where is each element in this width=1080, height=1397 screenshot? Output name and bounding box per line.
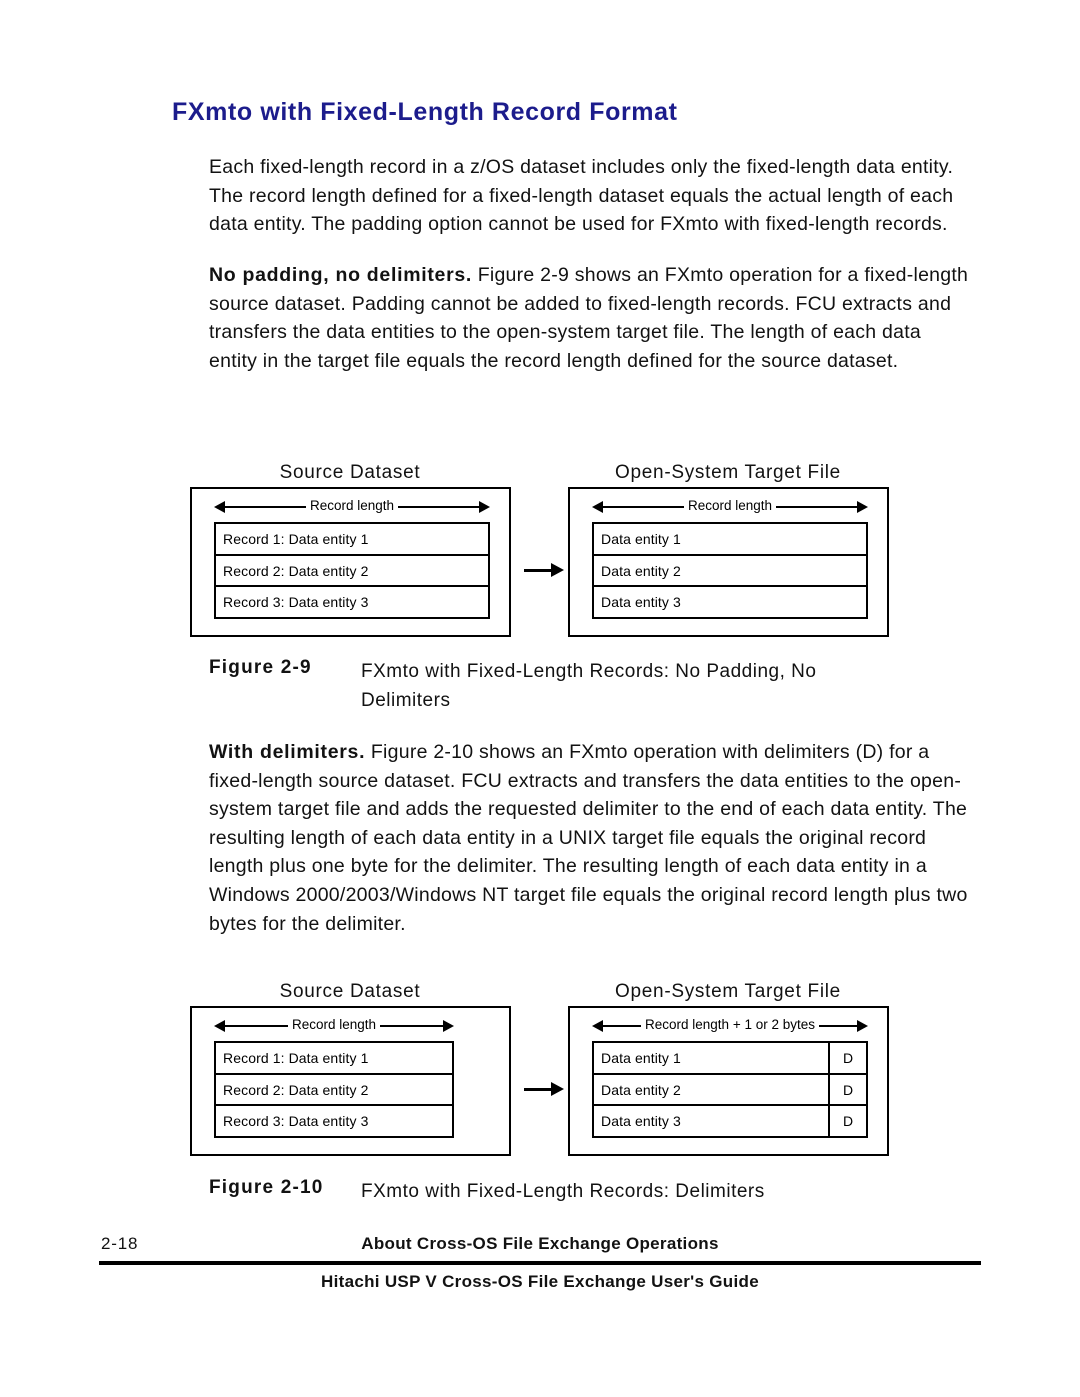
arrow-shaft	[524, 568, 551, 572]
arrow-right-icon	[857, 501, 868, 513]
record-cell: Record 2: Data entity 2	[223, 562, 369, 579]
arrow-right-icon	[479, 501, 490, 513]
paragraph-intro: Each fixed-length record in a z/OS datas…	[209, 156, 954, 236]
rule-segment	[603, 1025, 642, 1027]
paragraph-no-padding: No padding, no delimiters. Figure 2-9 sh…	[209, 261, 971, 375]
table-row: Record 1: Data entity 1	[216, 524, 488, 556]
figure-2-9-source-length-indicator: Record length	[214, 499, 490, 515]
rule-segment	[380, 1025, 443, 1027]
footer-guide-title: Hitachi USP V Cross-OS File Exchange Use…	[321, 1272, 759, 1291]
paragraph-with-delimiters-lead: With delimiters.	[209, 741, 366, 763]
figure-2-9-target-records: Data entity 1 Data entity 2 Data entity …	[592, 522, 868, 619]
record-cell: Data entity 1	[601, 530, 681, 547]
figure-2-10-transfer-arrow-icon	[524, 1082, 564, 1096]
paragraph-no-padding-lead: No padding, no delimiters.	[209, 264, 473, 286]
figure-2-9-target-label: Open-System Target File	[615, 462, 841, 483]
arrow-shaft	[524, 1087, 551, 1091]
figure-2-9-caption: Figure 2-9 FXmto with Fixed-Length Recor…	[209, 657, 871, 715]
record-cell: Record 2: Data entity 2	[223, 1081, 369, 1098]
arrow-left-icon	[592, 501, 603, 513]
table-row: Data entity 3 D	[594, 1106, 866, 1137]
rule-segment	[398, 506, 479, 508]
table-row: Record 3: Data entity 3	[216, 587, 488, 617]
paragraph-with-delimiters: With delimiters. Figure 2-10 shows an FX…	[209, 738, 977, 938]
figure-2-10-target-label: Open-System Target File	[615, 981, 841, 1002]
delimiter-cell: D	[828, 1043, 866, 1073]
record-cell: Data entity 2	[601, 562, 681, 579]
record-cell: Data entity 3	[601, 1113, 681, 1130]
table-row: Data entity 3	[594, 587, 866, 617]
table-row: Record 2: Data entity 2	[216, 556, 488, 588]
figure-2-9-source-label: Source Dataset	[279, 462, 421, 483]
figure-2-9-target-box: Record length Data entity 1 Data entity …	[568, 487, 889, 637]
arrow-head	[551, 563, 564, 577]
record-cell: Data entity 3	[601, 594, 681, 611]
table-row: Record 1: Data entity 1	[216, 1043, 452, 1075]
arrow-left-icon	[214, 1020, 225, 1032]
arrow-right-icon	[443, 1020, 454, 1032]
figure-2-9-caption-number: Figure 2-9	[209, 657, 312, 678]
footer-chapter-title: About Cross-OS File Exchange Operations	[361, 1234, 719, 1253]
footer-divider	[99, 1261, 981, 1265]
figure-2-10-source-length-label: Record length	[291, 1017, 377, 1033]
figure-2-9-source-length-label: Record length	[309, 498, 395, 514]
paragraph-with-delimiters-body: Figure 2-10 shows an FXmto operation wit…	[209, 741, 968, 935]
arrow-head	[551, 1082, 564, 1096]
arrow-left-icon	[592, 1020, 603, 1032]
figure-2-10-target-length-indicator: Record length + 1 or 2 bytes	[592, 1017, 869, 1034]
table-row: Data entity 2	[594, 556, 866, 588]
rule-segment	[225, 506, 306, 508]
figure-2-10-source-label: Source Dataset	[279, 981, 421, 1002]
record-cell: Record 1: Data entity 1	[223, 530, 369, 547]
figure-2-10-caption-title: FXmto with Fixed-Length Records: Delimit…	[361, 1181, 765, 1202]
delimiter-cell: D	[828, 1106, 866, 1137]
figure-2-9-caption-title: FXmto with Fixed-Length Records: No Padd…	[361, 661, 817, 711]
table-row: Record 3: Data entity 3	[216, 1106, 452, 1136]
figure-2-10-caption-number: Figure 2-10	[209, 1177, 324, 1198]
figure-2-10-target-records: Data entity 1 D Data entity 2 D Data ent…	[592, 1041, 868, 1138]
table-row: Data entity 1 D	[594, 1043, 866, 1075]
delimiter-cell: D	[828, 1074, 866, 1105]
arrow-left-icon	[214, 501, 225, 513]
table-row: Data entity 2 D	[594, 1074, 866, 1107]
rule-segment	[603, 506, 684, 508]
record-cell: Data entity 1	[601, 1049, 681, 1066]
figure-2-10-target-box: Record length + 1 or 2 bytes Data entity…	[568, 1006, 889, 1156]
document-page: FXmto with Fixed-Length Record Format Ea…	[0, 0, 1080, 1397]
figure-2-9-target-length-indicator: Record length	[592, 499, 868, 515]
figure-2-9-source-box: Record length Record 1: Data entity 1 Re…	[190, 487, 511, 637]
record-cell: Data entity 2	[601, 1081, 681, 1098]
figure-2-10-source-length-indicator: Record length	[214, 1018, 454, 1034]
record-cell: Record 1: Data entity 1	[223, 1049, 369, 1066]
table-row: Data entity 1	[594, 524, 866, 556]
figure-2-10-caption: Figure 2-10 FXmto with Fixed-Length Reco…	[209, 1177, 871, 1206]
record-cell: Record 3: Data entity 3	[223, 1113, 369, 1130]
figure-2-10-source-box: Record length Record 1: Data entity 1 Re…	[190, 1006, 511, 1156]
figure-2-9-transfer-arrow-icon	[524, 563, 564, 577]
figure-2-10-source-records: Record 1: Data entity 1 Record 2: Data e…	[214, 1041, 454, 1138]
record-cell: Record 3: Data entity 3	[223, 594, 369, 611]
page-title: FXmto with Fixed-Length Record Format	[172, 98, 678, 126]
table-row: Record 2: Data entity 2	[216, 1075, 452, 1107]
rule-segment	[819, 1025, 858, 1027]
figure-2-9-source-records: Record 1: Data entity 1 Record 2: Data e…	[214, 522, 490, 619]
arrow-right-icon	[857, 1020, 869, 1032]
rule-segment	[776, 506, 857, 508]
rule-segment	[225, 1025, 288, 1027]
figure-2-10-target-length-label: Record length + 1 or 2 bytes	[645, 1017, 815, 1033]
figure-2-9-target-length-label: Record length	[687, 498, 773, 514]
